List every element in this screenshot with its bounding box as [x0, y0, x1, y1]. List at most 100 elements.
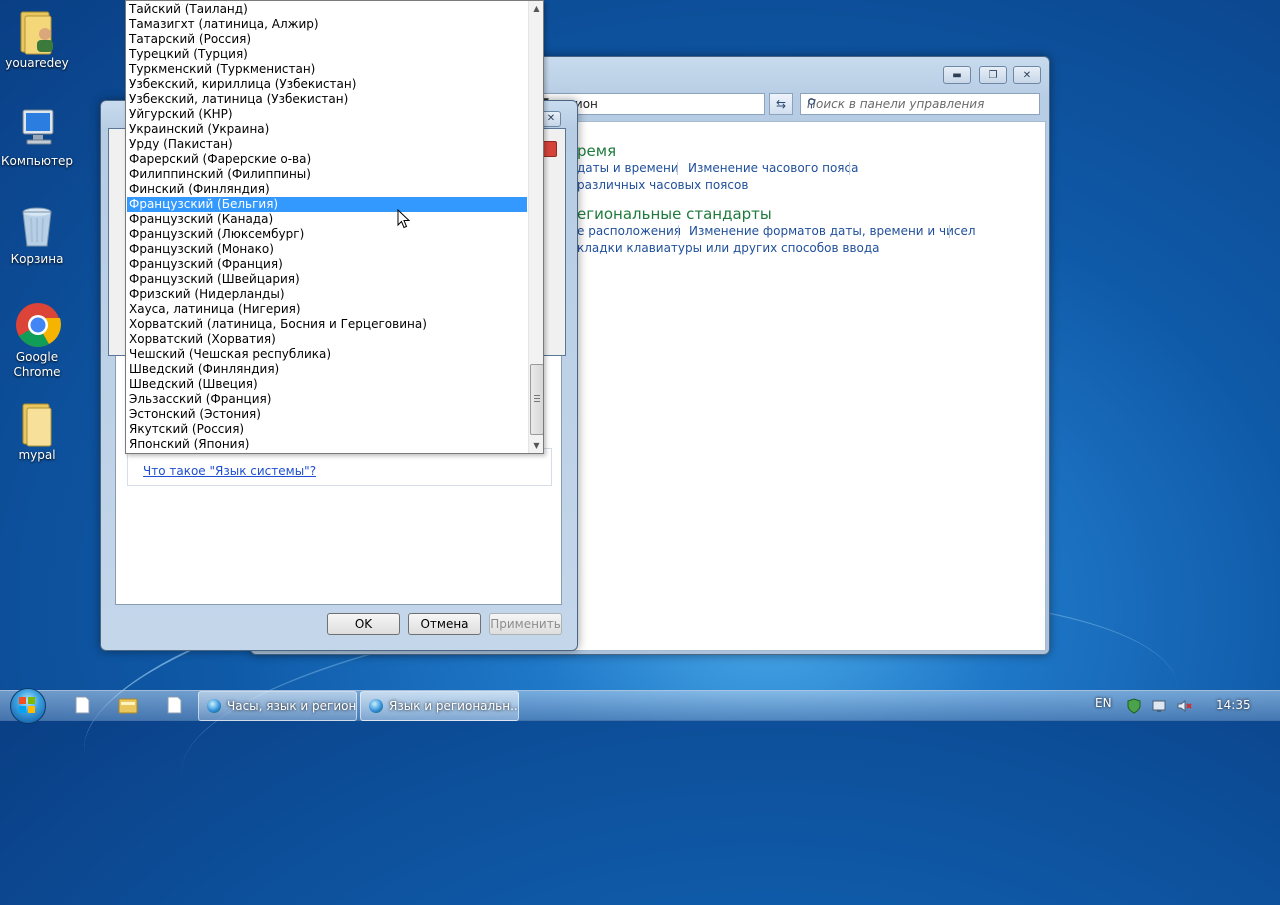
dropdown-item[interactable]: Французский (Франция): [127, 257, 527, 272]
link-separator: [678, 225, 679, 238]
dropdown-item[interactable]: Шведский (Финляндия): [127, 362, 527, 377]
dropdown-item[interactable]: Уйгурский (КНР): [127, 107, 527, 122]
system-clock[interactable]: 14:35: [1216, 698, 1251, 712]
globe-icon: [369, 699, 383, 713]
desktop-icon-user-folder[interactable]: youaredey: [0, 8, 74, 71]
network-icon[interactable]: [1151, 698, 1167, 714]
language-indicator[interactable]: EN: [1095, 696, 1112, 710]
taskbar-pin-notepad[interactable]: [64, 693, 100, 717]
document-icon: [167, 696, 182, 714]
section-heading-region[interactable]: егиональные стандарты: [577, 205, 772, 223]
restore-icon: ❐: [988, 69, 998, 81]
dropdown-item[interactable]: Урду (Пакистан): [127, 137, 527, 152]
link-multiple-clocks[interactable]: различных часовых поясов: [577, 178, 748, 192]
taskbar-task-clock-region[interactable]: Часы, язык и регион: [198, 691, 357, 721]
dropdown-item[interactable]: Эльзасский (Франция): [127, 392, 527, 407]
apply-button[interactable]: Применить: [489, 613, 562, 635]
dropdown-item[interactable]: Фарерский (Фарерские о-ва): [127, 152, 527, 167]
dropdown-item[interactable]: Узбекский, латиница (Узбекистан): [127, 92, 527, 107]
globe-icon: [207, 699, 221, 713]
refresh-icon: ⇆: [775, 97, 787, 111]
dropdown-item[interactable]: Татарский (Россия): [127, 32, 527, 47]
dropdown-item[interactable]: Украинский (Украина): [127, 122, 527, 137]
dropdown-item[interactable]: Хорватский (латиница, Босния и Герцегови…: [127, 317, 527, 332]
taskbar: [0, 690, 1280, 721]
dropdown-item[interactable]: Французский (Канада): [127, 212, 527, 227]
refresh-button[interactable]: ⇆: [769, 93, 793, 115]
mouse-cursor-icon: [397, 208, 411, 232]
dropdown-item[interactable]: Французский (Монако): [127, 242, 527, 257]
desktop-icon-label: Google Chrome: [13, 350, 61, 379]
close-icon: ✕: [1022, 69, 1032, 81]
dropdown-item[interactable]: Филиппинский (Филиппины): [127, 167, 527, 182]
search-input[interactable]: Поиск в панели управления ⚲: [800, 93, 1040, 115]
desktop-icon-label: mypal: [18, 448, 56, 462]
link-separator: [849, 162, 850, 175]
scroll-up-arrow-icon[interactable]: ▲: [529, 1, 543, 16]
taskbar-pin-document[interactable]: [156, 693, 192, 717]
dropdown-item[interactable]: Шведский (Швеция): [127, 377, 527, 392]
cancel-button[interactable]: Отмена: [408, 613, 481, 635]
dropdown-item[interactable]: Эстонский (Эстония): [127, 407, 527, 422]
desktop-icon-google-chrome[interactable]: Google Chrome: [0, 302, 74, 380]
grip-line: [534, 395, 540, 396]
scroll-down-arrow-icon[interactable]: ▼: [529, 438, 543, 453]
dropdown-item[interactable]: Тамазигхт (латиница, Алжир): [127, 17, 527, 32]
maximize-button[interactable]: ❐: [979, 66, 1007, 84]
folder-icon: [118, 698, 138, 714]
minimize-button[interactable]: ▬: [943, 66, 971, 84]
dropdown-item[interactable]: Якутский (Россия): [127, 422, 527, 437]
task-label: Часы, язык и регион: [227, 699, 357, 713]
minimize-icon: ▬: [952, 69, 962, 81]
link-keyboards[interactable]: кладки клавиатуры или других способов вв…: [577, 241, 880, 255]
section-heading-date-time[interactable]: ремя: [577, 142, 616, 160]
windows-logo-icon: [19, 697, 35, 713]
search-icon: ⚲: [807, 96, 816, 110]
grip-line: [534, 398, 540, 399]
desktop-icon-label: youaredey: [5, 56, 69, 70]
computer-icon: [15, 106, 59, 150]
link-separator: [949, 225, 950, 238]
locale-dropdown-list[interactable]: Тайский (Таиланд) Тамазигхт (латиница, Ал…: [125, 0, 544, 454]
start-button[interactable]: [6, 688, 46, 724]
security-shield-icon[interactable]: [1126, 698, 1142, 714]
dropdown-item[interactable]: Турецкий (Турция): [127, 47, 527, 62]
dropdown-item[interactable]: Финский (Финляндия): [127, 182, 527, 197]
taskbar-task-region-language[interactable]: Язык и региональн...: [360, 691, 519, 721]
chrome-icon: [15, 302, 61, 347]
recycle-bin-icon: [15, 204, 59, 248]
dropdown-item[interactable]: Французский (Швейцария): [127, 272, 527, 287]
grip-line: [534, 401, 540, 402]
task-label: Язык и региональн...: [389, 699, 519, 713]
dropdown-item[interactable]: Хауса, латиница (Нигерия): [127, 302, 527, 317]
ok-button[interactable]: OK: [327, 613, 400, 635]
link-change-timezone[interactable]: Изменение часового пояса: [688, 161, 858, 175]
dropdown-item[interactable]: Хорватский (Хорватия): [127, 332, 527, 347]
document-icon: [75, 696, 90, 714]
desktop-icon-computer[interactable]: Компьютер: [0, 106, 74, 169]
link-date-time[interactable]: даты и времени: [577, 161, 679, 175]
dropdown-item[interactable]: Фризский (Нидерланды): [127, 287, 527, 302]
link-change-formats[interactable]: Изменение форматов даты, времени и чисел: [689, 224, 976, 238]
desktop-icon-label: Корзина: [10, 252, 64, 266]
link-location[interactable]: е расположения: [577, 224, 681, 238]
dropdown-item[interactable]: Туркменский (Туркменистан): [127, 62, 527, 77]
desktop-icon-mypal[interactable]: mypal: [0, 400, 74, 463]
taskbar-pin-explorer[interactable]: [110, 693, 146, 717]
dropdown-item[interactable]: Узбекский, кириллица (Узбекистан): [127, 77, 527, 92]
close-button[interactable]: ✕: [1013, 66, 1041, 84]
scrollbar-thumb[interactable]: [530, 364, 543, 435]
desktop-icon-label: Компьютер: [1, 154, 73, 168]
dropdown-item[interactable]: Тайский (Таиланд): [127, 2, 527, 17]
dropdown-item-selected[interactable]: Французский (Бельгия): [127, 197, 527, 212]
control-panel-content: [541, 121, 1046, 651]
close-icon: ✕: [546, 113, 556, 124]
dropdown-scrollbar[interactable]: ▲ ▼: [528, 1, 543, 453]
volume-muted-icon[interactable]: [1176, 698, 1192, 714]
system-language-help-link[interactable]: Что такое "Язык системы"?: [143, 464, 316, 478]
dropdown-item[interactable]: Французский (Люксембург): [127, 227, 527, 242]
dropdown-item[interactable]: Японский (Япония): [127, 437, 527, 452]
dropdown-item[interactable]: Чешский (Чешская республика): [127, 347, 527, 362]
dialog-close-button[interactable]: ✕: [541, 111, 561, 127]
desktop-icon-recycle-bin[interactable]: Корзина: [0, 204, 74, 267]
